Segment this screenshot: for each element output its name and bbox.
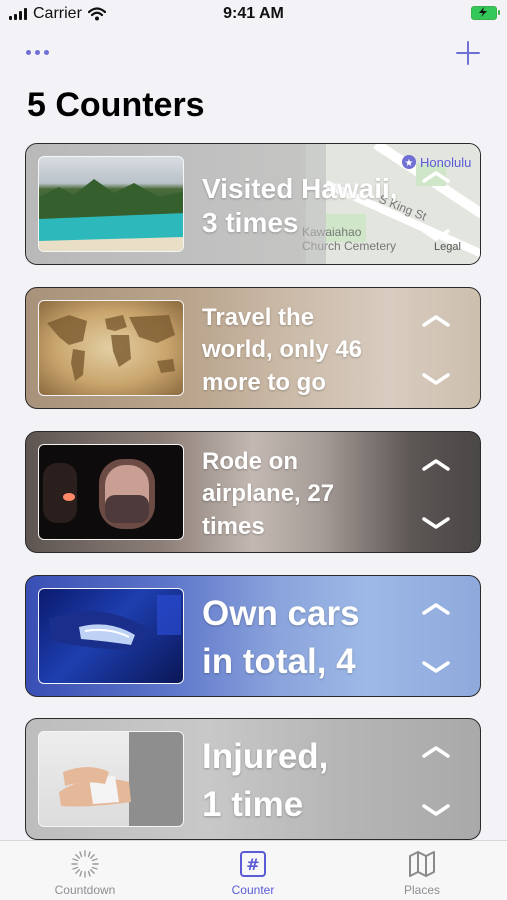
tab-places[interactable]: Places [362, 841, 482, 900]
decrement-button[interactable] [422, 803, 450, 817]
tab-counter[interactable]: # Counter [193, 841, 313, 900]
counter-label-line: 1 time [202, 785, 304, 825]
counter-card[interactable]: ★ Honolulu S King St Kawaiahao Church Ce… [25, 143, 481, 265]
counter-label-line: world, only 46 [202, 336, 363, 364]
increment-button[interactable] [422, 458, 450, 472]
counter-label-line: Own cars [202, 594, 360, 633]
map-icon [409, 851, 435, 877]
counter-label: Injured, 1 time [202, 733, 328, 830]
map-place-label: Honolulu [420, 155, 471, 170]
chevron-down-icon [422, 517, 450, 529]
chevron-down-icon [422, 229, 450, 241]
counter-card[interactable]: Injured, 1 time [25, 718, 481, 840]
countdown-icon [71, 850, 99, 878]
counter-label-line: Travel the [202, 304, 315, 331]
tab-label: Counter [231, 883, 275, 897]
world-map-photo [38, 300, 184, 396]
counter-label: Travel the world, only 46 more to go [202, 302, 362, 399]
page-title: 5 Counters [27, 86, 205, 124]
tab-countdown[interactable]: Countdown [25, 841, 145, 900]
map-legal-label: Legal [434, 241, 461, 253]
tab-label: Places [403, 883, 441, 897]
chevron-up-icon [422, 171, 450, 183]
counter-card[interactable]: Travel the world, only 46 more to go [25, 287, 481, 409]
counter-label-line: in total, 4 [202, 642, 356, 682]
counter-label-line: airplane, 27 [202, 480, 335, 508]
increment-button[interactable] [422, 314, 450, 328]
svg-text:#: # [246, 855, 259, 874]
chevron-down-icon [422, 373, 450, 385]
airplane-window-photo [38, 444, 184, 540]
counter-label-line: Rode on [202, 448, 298, 475]
chevron-up-icon [422, 315, 450, 327]
plus-icon [456, 41, 480, 65]
chevron-down-icon [422, 804, 450, 816]
chevron-up-icon [422, 746, 450, 758]
status-time: 9:41 AM [223, 5, 284, 22]
add-counter-button[interactable] [453, 38, 483, 68]
svg-text:★: ★ [405, 158, 414, 169]
tab-label: Countdown [54, 883, 116, 897]
counter-label-line: Visited Hawaii, [202, 173, 398, 204]
chevron-up-icon [422, 459, 450, 471]
status-bar: Carrier 9:41 AM [0, 0, 507, 30]
counter-label-line: Injured, [202, 737, 329, 776]
decrement-button[interactable] [422, 228, 450, 242]
more-button[interactable] [26, 40, 56, 64]
increment-button[interactable] [422, 745, 450, 759]
decrement-button[interactable] [422, 516, 450, 530]
hawaii-coast-photo [38, 156, 184, 252]
counter-label-line: times [202, 512, 265, 540]
car-headlight-photo [38, 588, 184, 684]
decrement-button[interactable] [422, 372, 450, 386]
app-screen: Carrier 9:41 AM 5 Counters ★ Honolulu S … [0, 0, 507, 900]
chevron-up-icon [422, 603, 450, 615]
battery-icon [471, 6, 500, 20]
counter-label-line: more to go [202, 368, 326, 396]
counter-label-line: 3 times [202, 206, 299, 238]
chevron-down-icon [422, 661, 450, 673]
counter-label: Visited Hawaii, 3 times [202, 172, 398, 239]
increment-button[interactable] [422, 170, 450, 184]
counter-card[interactable]: Own cars in total, 4 [25, 575, 481, 697]
bandaged-wrist-photo [38, 731, 184, 827]
hash-icon: # [240, 851, 266, 877]
ellipsis-icon [26, 49, 49, 55]
decrement-button[interactable] [422, 660, 450, 674]
counter-label: Rode on airplane, 27 times [202, 446, 334, 543]
counter-card[interactable]: Rode on airplane, 27 times [25, 431, 481, 553]
counter-label: Own cars in total, 4 [202, 590, 360, 687]
tab-bar: Countdown # Counter Places [0, 840, 507, 900]
increment-button[interactable] [422, 602, 450, 616]
